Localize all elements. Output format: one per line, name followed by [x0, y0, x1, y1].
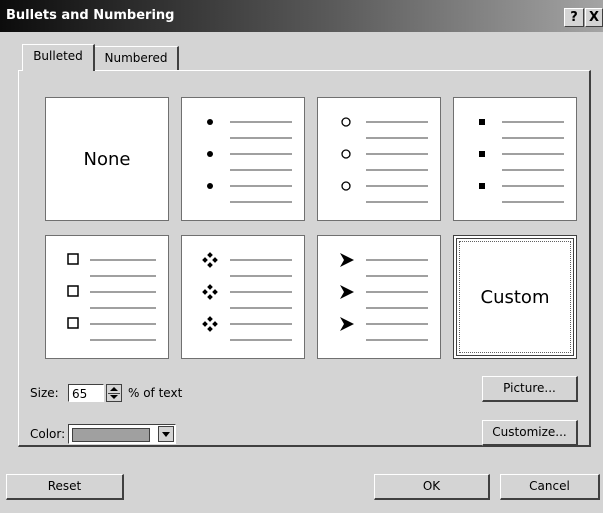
tab-numbered[interactable]: Numbered	[94, 46, 179, 70]
dialog-title: Bullets and Numbering	[6, 8, 175, 23]
bullet-style-label: Custom	[480, 286, 550, 308]
bullet-style-none[interactable]: None	[45, 97, 169, 221]
arrowhead-icon	[340, 253, 428, 341]
bullet-style-custom[interactable]: Custom	[453, 235, 577, 359]
color-dropdown[interactable]	[68, 424, 176, 444]
reset-button[interactable]: Reset	[6, 474, 124, 500]
color-swatch	[72, 428, 150, 442]
filled-square-icon	[479, 119, 564, 203]
bullet-style-hollow-circle[interactable]	[317, 97, 441, 221]
dialog-body: Bulleted Numbered None Custom Size: 65 %…	[0, 32, 603, 513]
bullet-style-label: None	[83, 148, 131, 170]
title-bar: Bullets and Numbering ? X	[0, 0, 603, 32]
hollow-circle-icon	[341, 117, 428, 203]
tab-bulleted[interactable]: Bulleted	[22, 44, 95, 71]
cancel-button[interactable]: Cancel	[500, 474, 600, 500]
bullet-style-filled-dot[interactable]	[181, 97, 305, 221]
spinner-divider	[108, 393, 120, 394]
bullet-style-four-diamond[interactable]	[181, 235, 305, 359]
close-button[interactable]: X	[585, 8, 603, 27]
ok-button[interactable]: OK	[374, 474, 490, 500]
chevron-down-icon	[162, 432, 170, 437]
help-button[interactable]: ?	[564, 8, 584, 27]
help-icon: ?	[570, 10, 578, 25]
size-unit-label: % of text	[128, 386, 183, 400]
size-input[interactable]: 65	[68, 384, 104, 402]
bullet-style-arrowhead[interactable]	[317, 235, 441, 359]
hollow-square-icon	[67, 253, 156, 341]
dropdown-arrow-button[interactable]	[158, 426, 174, 442]
customize-button[interactable]: Customize...	[482, 420, 578, 446]
color-label: Color:	[30, 427, 66, 441]
bullet-style-filled-square[interactable]	[453, 97, 577, 221]
size-spinner[interactable]	[106, 384, 122, 402]
four-diamond-icon	[202, 252, 292, 341]
filled-dot-icon	[207, 119, 292, 203]
picture-button[interactable]: Picture...	[482, 376, 578, 402]
size-label: Size:	[30, 386, 59, 400]
bullet-style-hollow-square[interactable]	[45, 235, 169, 359]
close-icon: X	[588, 10, 600, 25]
